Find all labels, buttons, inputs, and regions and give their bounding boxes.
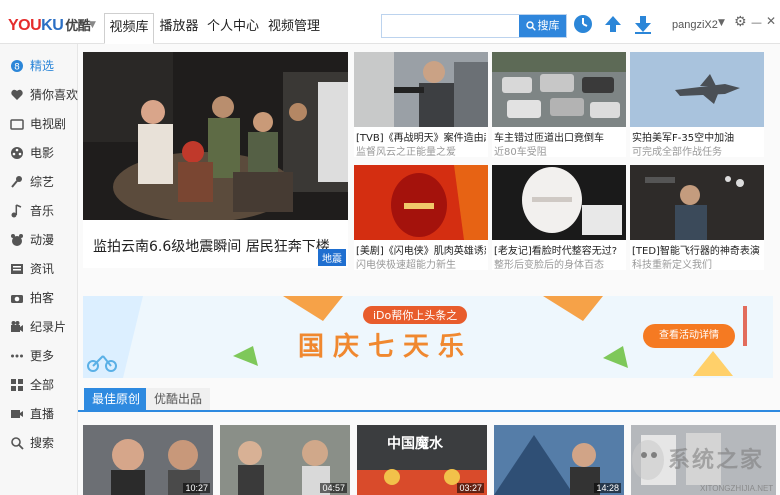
tab-video-management[interactable]: 视频管理 (266, 13, 322, 41)
featured-icon: 8 (11, 60, 23, 73)
video-thumbnail (630, 52, 764, 127)
sidebar-item-live[interactable]: 直播 (0, 400, 78, 428)
search-button[interactable]: 搜库 (519, 15, 566, 37)
video-subtitle: 科技重新定义我们 (632, 260, 712, 270)
video-thumbnail-card[interactable]: 14:28 (494, 425, 624, 495)
video-card[interactable]: 车主错过匝道出口竟倒车 近80车受阻 (492, 52, 626, 157)
video-thumbnail-card[interactable]: 中国魔水 03:27 (357, 425, 487, 495)
sidebar-item-more[interactable]: 更多 (0, 342, 78, 370)
tab-youku-produced[interactable]: 优酷出品 (146, 388, 211, 410)
heart-icon (11, 89, 23, 100)
sidebar-item-paike[interactable]: 拍客 (0, 284, 78, 312)
grid-icon (11, 379, 23, 391)
video-duration: 10:27 (183, 483, 210, 493)
video-thumbnail-card[interactable]: 04:57 (220, 425, 350, 495)
sidebar-item-news[interactable]: 资讯 (0, 255, 78, 283)
tab-underline (78, 410, 780, 412)
logo-ku: KU (41, 17, 64, 34)
documentary-icon (11, 321, 23, 332)
sidebar-item-all[interactable]: 全部 (0, 371, 78, 399)
video-title: [老友记]看脸时代整容无过? (494, 246, 618, 257)
microphone-icon (11, 176, 22, 188)
tab-best-original[interactable]: 最佳原创 (84, 388, 149, 410)
more-icon (11, 354, 23, 358)
video-title: 实拍美军F-35空中加油 (632, 133, 735, 144)
tv-icon (10, 119, 24, 130)
video-title: [TED]智能飞行器的神奇表演 (632, 246, 760, 257)
tab-video-library[interactable]: 视频库 (104, 13, 154, 44)
video-card[interactable]: [TED]智能飞行器的神奇表演 科技重新定义我们 (630, 165, 764, 270)
video-subtitle: 近80车受阻 (494, 147, 547, 157)
video-card[interactable]: [老友记]看脸时代整容无过? 整形后变脸后的身体百态 (492, 165, 626, 270)
sidebar-item-movies[interactable]: 电影 (0, 139, 78, 167)
news-icon (11, 264, 23, 274)
search-icon (11, 437, 24, 450)
music-icon (11, 204, 22, 218)
video-duration: 14:28 (594, 483, 621, 493)
logo-cn: 优酷 (65, 18, 91, 33)
live-icon (11, 410, 23, 418)
sidebar-item-tv-series[interactable]: 电视剧 (0, 110, 78, 138)
youku-logo[interactable]: YOUKU 优酷 (8, 15, 91, 35)
username[interactable]: pangziX2 (672, 19, 718, 31)
banner-details-button[interactable]: 查看活动详情 (643, 324, 735, 348)
video-thumbnail (354, 165, 488, 240)
sidebar-item-variety[interactable]: 综艺 (0, 168, 78, 196)
video-thumbnail (630, 165, 764, 240)
video-thumbnail-card[interactable]: 10:27 (83, 425, 213, 495)
upload-icon[interactable] (602, 13, 624, 35)
bear-icon (11, 234, 23, 246)
tab-personal-center[interactable]: 个人中心 (205, 13, 261, 41)
sidebar-item-featured[interactable]: 8 精选 (0, 52, 78, 80)
history-clock-icon[interactable] (572, 13, 594, 35)
top-bar: YOUKU 优酷 ▼ 视频库 播放器 个人中心 视频管理 搜库 pangziX2 … (0, 0, 780, 44)
watermark-subtext: XITONGZHIJIA.NET (700, 484, 774, 493)
logo-menu-caret-icon[interactable]: ▼ (89, 20, 96, 30)
featured-title: 监拍云南6.6级地震瞬间 居民狂奔下楼 (93, 239, 330, 255)
video-title: [美剧]《闪电侠》肌肉英雄诱惑 (356, 246, 486, 257)
logo-you: YOU (8, 17, 42, 34)
video-title: [TVB]《再战明天》案件造由起 (356, 133, 486, 144)
promo-banner[interactable]: iDo帮你上头条之 国庆七天乐 查看活动详情 (83, 296, 773, 378)
tab-player[interactable]: 播放器 (158, 13, 200, 41)
watermark-text: 系统之家 (668, 448, 765, 473)
video-card[interactable]: [美剧]《闪电侠》肌肉英雄诱惑 闪电侠极速超能力新生 (354, 165, 488, 270)
video-subtitle: 整形后变脸后的身体百态 (494, 260, 604, 270)
sidebar-item-documentary[interactable]: 纪录片 (0, 313, 78, 341)
featured-video-card[interactable]: 监拍云南6.6级地震瞬间 居民狂奔下楼 地震 (83, 52, 348, 268)
video-subtitle: 闪电侠极速超能力新生 (356, 260, 456, 270)
sidebar-item-search[interactable]: 搜索 (0, 429, 78, 457)
video-subtitle: 监督风云之正能量之爱 (356, 147, 456, 157)
banner-slogan: iDo帮你上头条之 (363, 306, 468, 324)
close-icon[interactable]: ✕ (766, 14, 776, 28)
video-thumbnail (492, 52, 626, 127)
minimize-icon[interactable]: — (751, 16, 762, 29)
banner-headline: 国庆七天乐 (298, 332, 474, 362)
svg-text:8: 8 (14, 63, 20, 73)
film-icon (11, 147, 23, 159)
featured-tag-badge: 地震 (318, 249, 346, 266)
user-menu-caret-icon[interactable]: ▼ (718, 18, 725, 28)
sidebar-item-guess-you-like[interactable]: 猜你喜欢 (0, 81, 78, 109)
magnifier-icon (525, 21, 536, 31)
video-thumbnail (492, 165, 626, 240)
video-duration: 03:27 (457, 483, 484, 493)
camera-icon (11, 295, 23, 303)
sidebar-item-anime[interactable]: 动漫 (0, 226, 78, 254)
video-title: 车主错过匝道出口竟倒车 (494, 133, 604, 144)
video-subtitle: 可完成全部作战任务 (632, 147, 722, 157)
settings-gear-icon[interactable]: ⚙ (734, 14, 747, 30)
video-card[interactable]: 实拍美军F-35空中加油 可完成全部作战任务 (630, 52, 764, 157)
sidebar-item-music[interactable]: 音乐 (0, 197, 78, 225)
video-thumbnail (354, 52, 488, 127)
video-title-overlay: 中国魔水 (387, 436, 443, 452)
sidebar: 8 精选 猜你喜欢 电视剧 电影 综艺 音乐 动漫 资讯 拍客 纪录片 更多 全… (0, 44, 78, 495)
download-icon[interactable] (632, 13, 654, 35)
video-card[interactable]: [TVB]《再战明天》案件造由起 监督风云之正能量之爱 (354, 52, 488, 157)
video-duration: 04:57 (320, 483, 347, 493)
featured-thumbnail (83, 52, 348, 220)
